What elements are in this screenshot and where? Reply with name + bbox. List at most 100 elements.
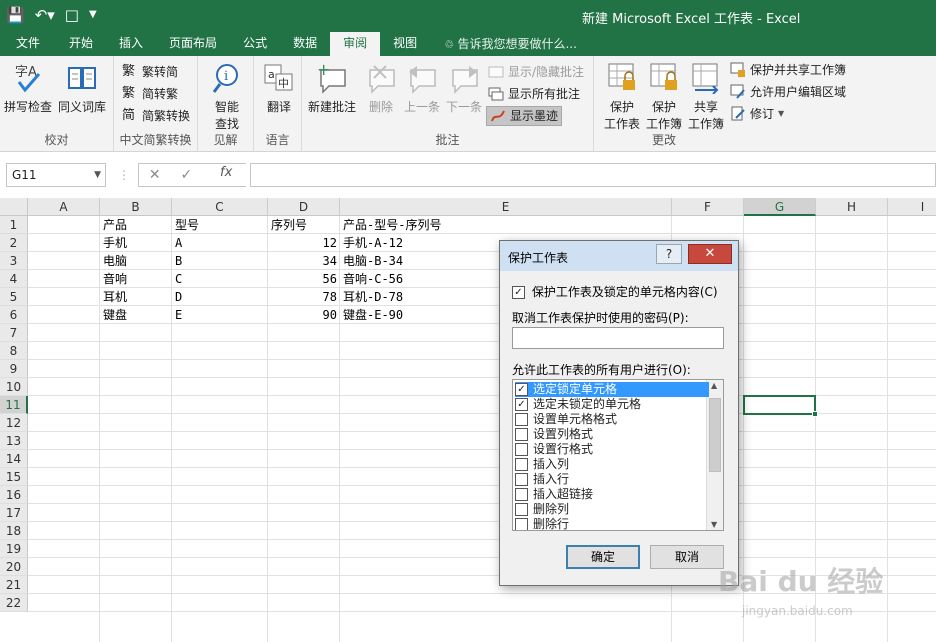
row-header-9[interactable]: 9 [0, 360, 28, 378]
row-header-22[interactable]: 22 [0, 594, 28, 612]
column-header-e[interactable]: E [340, 198, 672, 216]
permission-item[interactable]: ✓ 选定锁定单元格 [515, 382, 709, 397]
row-header-10[interactable]: 10 [0, 378, 28, 396]
cell-d5[interactable]: 78 [268, 288, 340, 306]
permission-item[interactable]: 插入列 [515, 457, 709, 472]
tell-me-search[interactable]: ♲ 告诉我您想要做什么... [430, 33, 577, 56]
to-traditional-button[interactable]: 繁 简转繁 [122, 84, 178, 104]
active-cell-selection[interactable] [743, 395, 818, 417]
confirm-entry-icon[interactable]: ✓ [181, 167, 193, 183]
cell-c6[interactable]: E [172, 306, 268, 324]
ok-button[interactable]: 确定 [566, 545, 640, 569]
column-header-a[interactable]: A [28, 198, 100, 216]
next-comment-button[interactable]: 下一条 [446, 62, 482, 115]
cell-c2[interactable]: A [172, 234, 268, 252]
password-input[interactable] [512, 327, 724, 349]
cancel-button[interactable]: 取消 [650, 545, 724, 569]
customize-qat-icon[interactable]: ▼ [89, 4, 97, 26]
cell-c4[interactable]: C [172, 270, 268, 288]
row-header-8[interactable]: 8 [0, 342, 28, 360]
row-header-14[interactable]: 14 [0, 450, 28, 468]
row-header-15[interactable]: 15 [0, 468, 28, 486]
cell-c1[interactable]: 型号 [172, 216, 268, 234]
new-comment-button[interactable]: + 新建批注 [308, 60, 356, 115]
row-header-7[interactable]: 7 [0, 324, 28, 342]
cell-d2[interactable]: 12 [268, 234, 340, 252]
permission-item[interactable]: 插入超链接 [515, 487, 709, 502]
spelling-button[interactable]: 字A 拼写检查 [4, 62, 52, 115]
permission-item[interactable]: 设置列格式 [515, 427, 709, 442]
allow-edit-ranges-button[interactable]: 允许用户编辑区域 [730, 82, 846, 102]
tab-3[interactable]: 页面布局 [156, 32, 230, 56]
chevron-down-icon[interactable]: ▼ [94, 164, 101, 186]
cell-b6[interactable]: 键盘 [100, 306, 172, 324]
cell-b3[interactable]: 电脑 [100, 252, 172, 270]
cell-b2[interactable]: 手机 [100, 234, 172, 252]
cell-d4[interactable]: 56 [268, 270, 340, 288]
row-header-19[interactable]: 19 [0, 540, 28, 558]
to-simplified-button[interactable]: 繁 繁转简 [122, 62, 178, 82]
save-icon[interactable]: 💾 [6, 4, 25, 26]
fill-handle[interactable] [812, 411, 818, 417]
tab-6[interactable]: 审阅 [330, 32, 381, 56]
tab-0[interactable]: 文件 [0, 32, 56, 56]
share-workbook-button[interactable]: 共享 工作簿 [688, 62, 724, 132]
scroll-up-icon[interactable]: ▲ [711, 381, 717, 390]
undo-icon[interactable]: ↶▾ [35, 4, 55, 26]
checkbox-unchecked-icon[interactable] [515, 473, 528, 486]
column-header-c[interactable]: C [172, 198, 268, 216]
show-ink-button[interactable]: 显示墨迹 [486, 106, 563, 126]
protect-contents-checkbox[interactable]: ✓ 保护工作表及锁定的单元格内容(C) [512, 283, 718, 300]
cell-c5[interactable]: D [172, 288, 268, 306]
cell-e1[interactable]: 产品-型号-序列号 [340, 216, 672, 234]
row-header-3[interactable]: 3 [0, 252, 28, 270]
help-button[interactable]: ? [656, 244, 682, 264]
row-header-2[interactable]: 2 [0, 234, 28, 252]
protect-and-share-button[interactable]: 保护并共享工作簿 [730, 60, 846, 80]
permission-item[interactable]: 设置行格式 [515, 442, 709, 457]
cancel-entry-icon[interactable]: ✕ [149, 167, 161, 183]
track-changes-button[interactable]: 修订 ▼ [730, 104, 784, 124]
previous-comment-button[interactable]: 上一条 [404, 62, 440, 115]
row-header-13[interactable]: 13 [0, 432, 28, 450]
checkbox-unchecked-icon[interactable] [515, 443, 528, 456]
tab-2[interactable]: 插入 [106, 32, 156, 56]
permission-item[interactable]: ✓ 选定未锁定的单元格 [515, 397, 709, 412]
cell-d1[interactable]: 序列号 [268, 216, 340, 234]
thesaurus-button[interactable]: 同义词库 [58, 62, 106, 115]
checkbox-unchecked-icon[interactable] [515, 518, 528, 530]
cell-d6[interactable]: 90 [268, 306, 340, 324]
checkbox-unchecked-icon[interactable] [515, 488, 528, 501]
row-header-21[interactable]: 21 [0, 576, 28, 594]
permission-item[interactable]: 插入行 [515, 472, 709, 487]
formula-input[interactable] [250, 163, 936, 187]
row-header-6[interactable]: 6 [0, 306, 28, 324]
checkbox-unchecked-icon[interactable] [515, 413, 528, 426]
protect-sheet-button[interactable]: 保护 工作表 [604, 62, 640, 132]
permission-item[interactable]: 删除行 [515, 517, 709, 530]
select-all-corner[interactable] [0, 198, 28, 216]
checkbox-checked-icon[interactable]: ✓ [515, 383, 528, 396]
column-header-i[interactable]: I [888, 198, 936, 216]
permission-item[interactable]: 设置单元格格式 [515, 412, 709, 427]
scroll-down-icon[interactable]: ▼ [711, 520, 717, 529]
checkbox-unchecked-icon[interactable] [515, 503, 528, 516]
checkbox-checked-icon[interactable]: ✓ [515, 398, 528, 411]
checkbox-unchecked-icon[interactable] [515, 428, 528, 441]
tab-1[interactable]: 开始 [56, 32, 106, 56]
show-hide-comment-button[interactable]: 显示/隐藏批注 [488, 62, 584, 82]
tab-5[interactable]: 数据 [280, 32, 330, 56]
show-all-comments-button[interactable]: 显示所有批注 [488, 84, 580, 104]
column-header-g[interactable]: G [744, 198, 816, 216]
row-header-4[interactable]: 4 [0, 270, 28, 288]
smart-lookup-button[interactable]: i 智能 查找 [210, 62, 244, 132]
column-header-d[interactable]: D [268, 198, 340, 216]
column-header-h[interactable]: H [816, 198, 888, 216]
protect-workbook-button[interactable]: 保护 工作簿 [646, 62, 682, 132]
cell-b4[interactable]: 音响 [100, 270, 172, 288]
row-header-11[interactable]: 11 [0, 396, 28, 414]
row-header-17[interactable]: 17 [0, 504, 28, 522]
insert-function-button[interactable]: fx [220, 165, 232, 180]
close-button[interactable]: ✕ [688, 244, 732, 264]
new-document-icon[interactable]: □ [65, 4, 79, 26]
